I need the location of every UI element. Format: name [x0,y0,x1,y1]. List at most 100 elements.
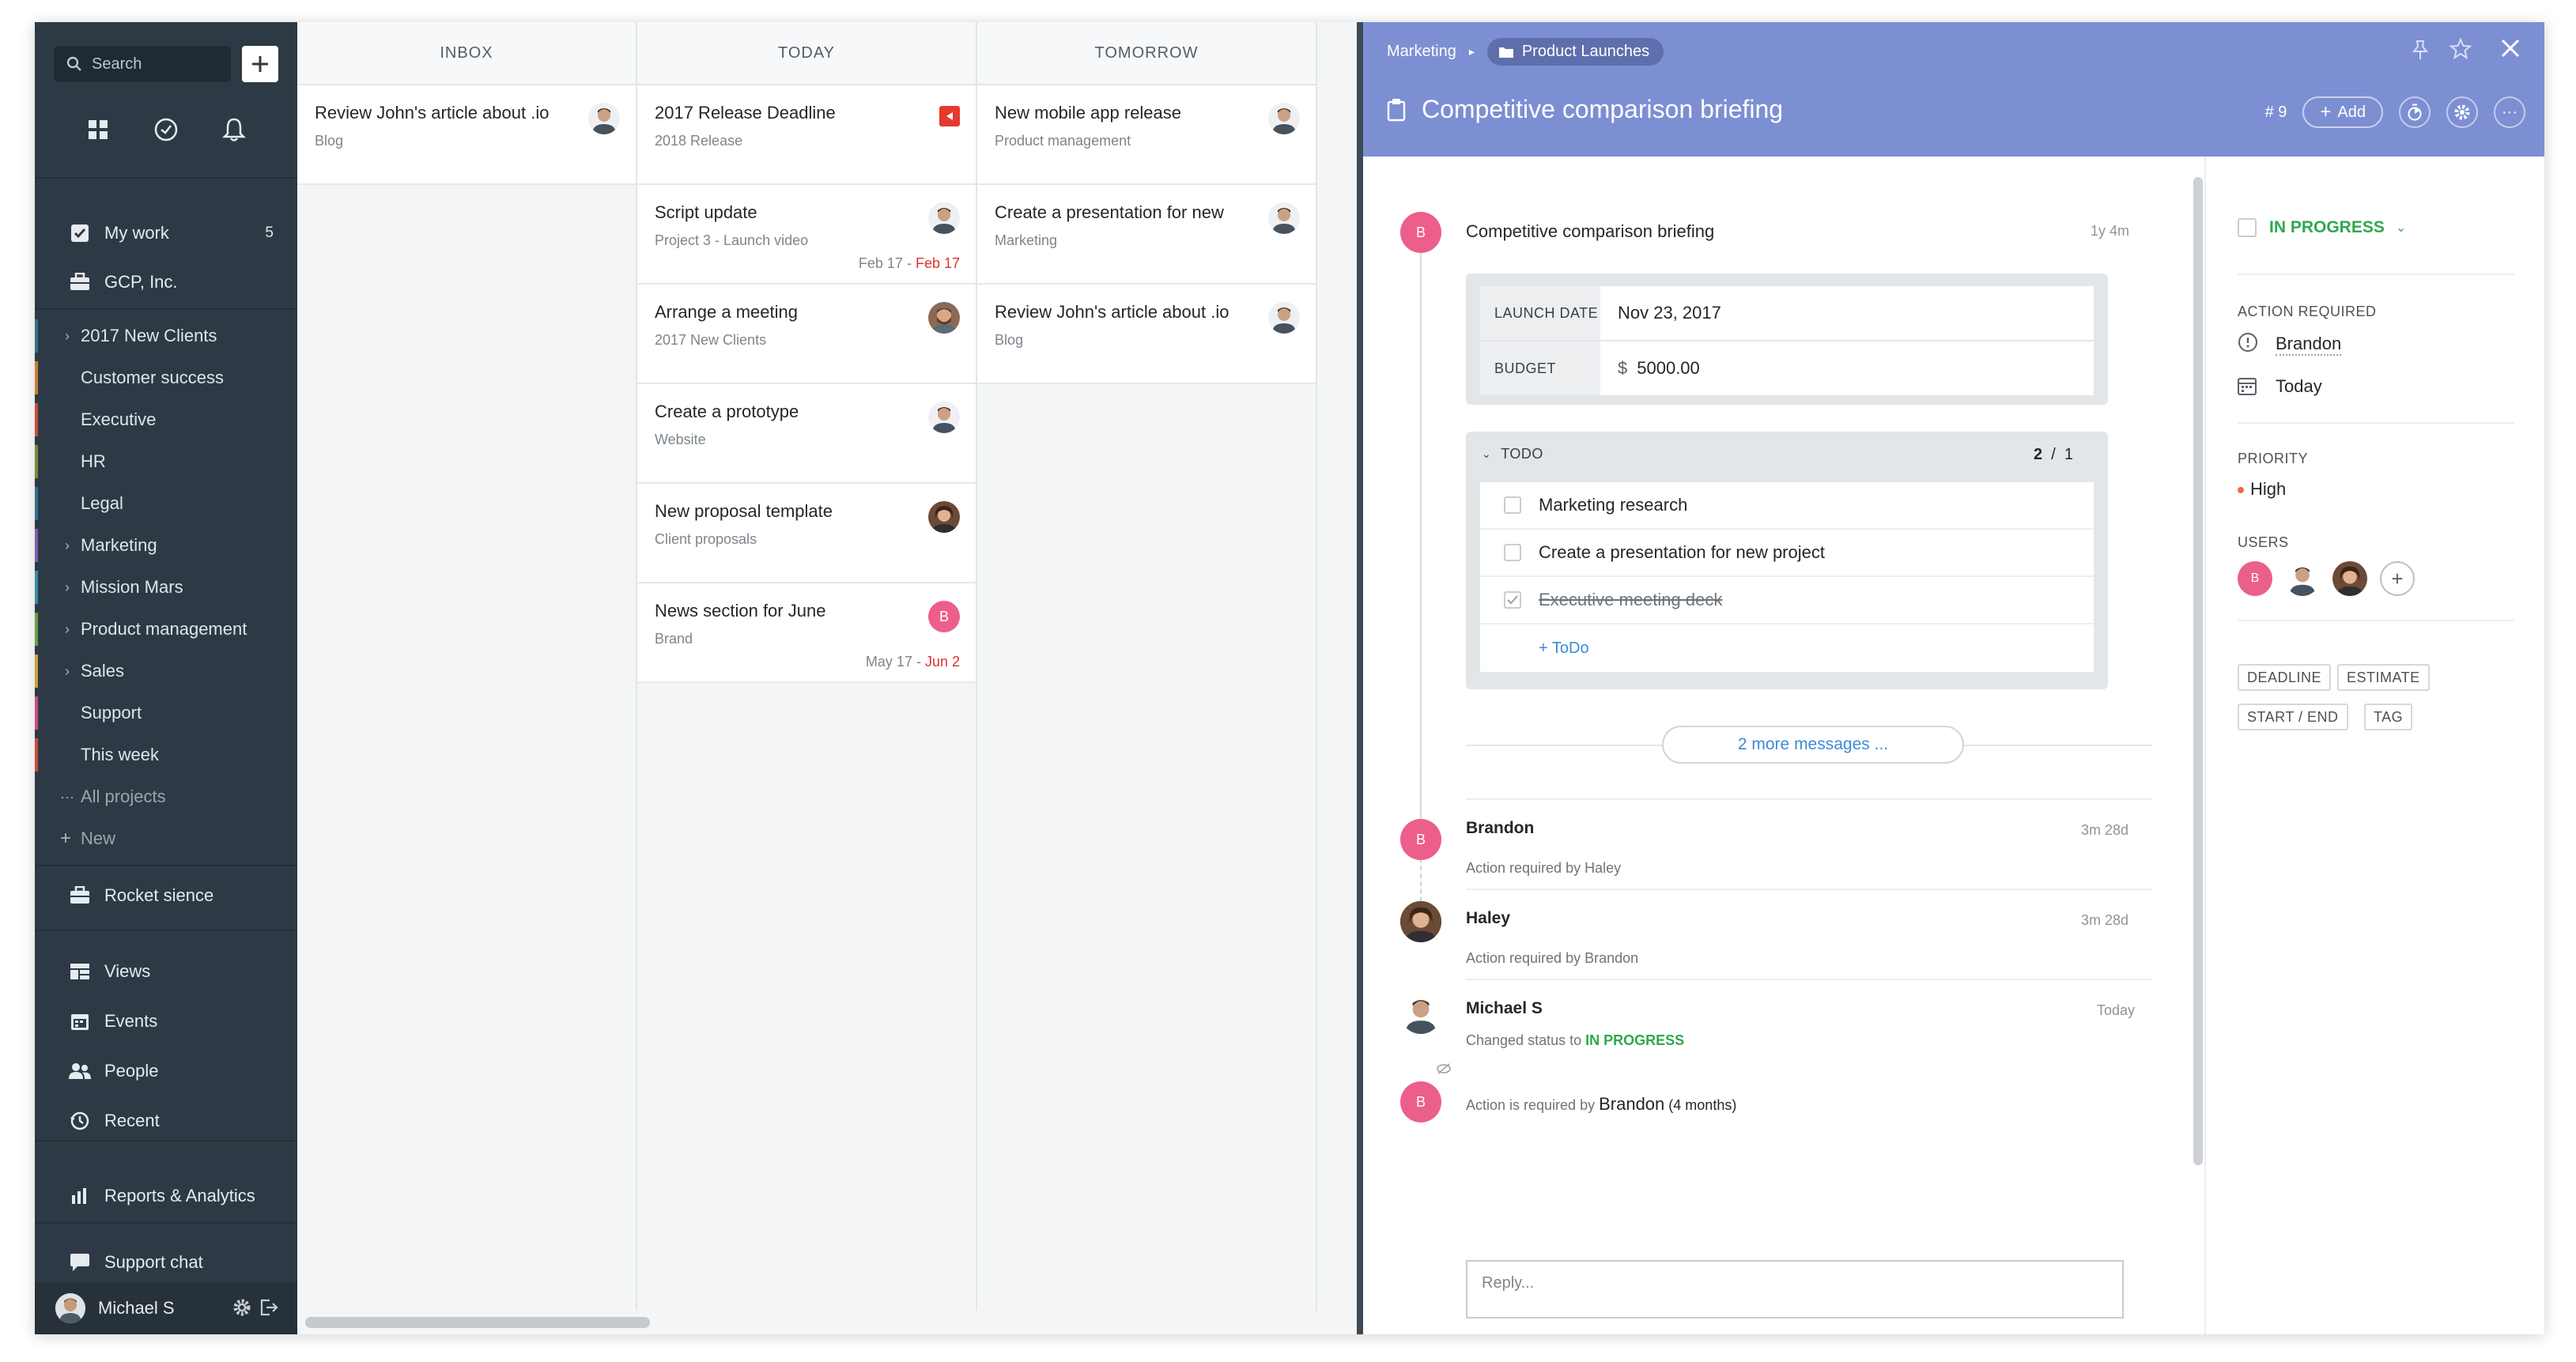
checkbox-icon [68,221,92,245]
timer-icon[interactable] [2399,96,2431,128]
status-selector[interactable]: IN PROGRESS ⌄ [2238,218,2406,237]
chevron-right-icon[interactable]: › [65,663,70,680]
assignee-name[interactable]: Brandon [1599,1094,1664,1114]
message-author: Brandon [1466,819,1535,837]
task-card[interactable]: Script update Project 3 - Launch video F… [637,185,976,285]
status-checkbox[interactable] [2238,218,2257,237]
sidebar-project-sales[interactable]: › Sales [35,651,297,691]
user-avatar[interactable]: B [2238,561,2272,596]
todo-checkbox-checked[interactable] [1504,591,1521,609]
add-button[interactable]: + Add [2302,96,2383,128]
sidebar-project-marketing[interactable]: › Marketing [35,526,297,565]
pin-icon[interactable] [2412,40,2429,64]
gear-icon[interactable] [2446,96,2478,128]
task-card[interactable]: Create a prototype Website [637,384,976,484]
sidebar-new-project[interactable]: + New [35,819,297,858]
todo-checkbox[interactable] [1504,544,1521,561]
sidebar-item-reports[interactable]: Reports & Analytics [35,1176,297,1216]
task-card[interactable]: 2017 Release Deadline 2018 Release [637,85,976,185]
sidebar-item-people[interactable]: People [35,1051,297,1091]
task-card[interactable]: New mobile app release Product managemen… [977,85,1316,185]
priority-value[interactable]: High [2250,479,2286,500]
task-card[interactable]: Arrange a meeting 2017 New Clients [637,285,976,384]
sidebar-item-workspace[interactable]: GCP, Inc. [35,262,297,302]
star-icon[interactable] [2449,37,2472,64]
field-budget[interactable]: BUDGET $5000.00 [1480,341,2094,395]
estimate-button[interactable]: ESTIMATE [2337,664,2430,691]
reply-input[interactable]: Reply... [1466,1260,2124,1319]
scrollbar-thumb[interactable] [2193,177,2203,1165]
bell-icon[interactable] [218,114,250,145]
column-header: INBOX [297,22,636,85]
field-value[interactable]: Nov 23, 2017 [1618,286,1721,340]
todo-item[interactable]: Marketing research [1480,482,2094,530]
task-title: News section for June [655,601,826,621]
user-avatar[interactable] [2285,561,2320,596]
sidebar-project-executive[interactable]: Executive [35,400,297,440]
breadcrumb-parent[interactable]: Marketing [1387,43,1456,61]
horizontal-scrollbar[interactable] [297,1311,1357,1334]
add-user-button[interactable]: + [2380,561,2415,596]
sidebar-project-2017-new-clients[interactable]: › 2017 New Clients [35,316,297,356]
user-avatar[interactable] [2332,561,2367,596]
sidebar-item-rocket-sience[interactable]: Rocket sience [35,876,297,915]
chevron-right-icon[interactable]: › [65,328,70,345]
todo-item[interactable]: Create a presentation for new project [1480,530,2094,577]
sidebar-project-this-week[interactable]: This week [35,735,297,775]
sidebar-project-product-management[interactable]: › Product management [35,609,297,649]
add-label: Add [2337,103,2366,121]
sidebar-project-legal[interactable]: Legal [35,484,297,523]
sidebar-item-views[interactable]: Views [35,952,297,991]
field-value[interactable]: $5000.00 [1618,341,1700,395]
all-projects-label: All projects [81,787,166,806]
todo-header[interactable]: ⌄ TODO [1482,446,1543,462]
start-end-button[interactable]: START / END [2238,704,2348,730]
project-label: Product management [81,619,247,639]
assignee-avatar [928,402,960,433]
task-card[interactable]: Create a presentation for new Marketing [977,185,1316,285]
add-todo-row[interactable]: + ToDo [1480,624,2094,672]
sidebar-project-customer-success[interactable]: Customer success [35,358,297,398]
sidebar-item-label: My work [104,223,169,243]
add-todo-link[interactable]: + ToDo [1539,639,1589,658]
task-card[interactable]: News section for June Brand B May 17 - J… [637,583,976,683]
briefcase-icon [68,270,92,294]
tag-button[interactable]: TAG [2364,704,2413,730]
sidebar-project-mission-mars[interactable]: › Mission Mars [35,568,297,607]
sidebar-item-events[interactable]: Events [35,1002,297,1041]
current-user[interactable]: Michael S [35,1282,297,1334]
action-assignee[interactable]: Brandon [2276,334,2342,356]
dashboard-icon[interactable] [82,114,114,145]
chevron-right-icon[interactable]: › [65,538,70,554]
sidebar-item-support-chat[interactable]: Support chat [35,1243,297,1282]
todo-item[interactable]: Executive meeting deck [1480,577,2094,624]
field-launch-date[interactable]: LAUNCH DATE Nov 23, 2017 [1480,286,2094,340]
gear-icon[interactable] [232,1298,251,1321]
todo-checkbox[interactable] [1504,496,1521,514]
task-title[interactable]: Competitive comparison briefing [1422,95,1783,124]
more-messages-button[interactable]: 2 more messages ... [1662,726,1964,764]
sidebar-project-support[interactable]: Support [35,693,297,733]
breadcrumb-folder[interactable]: Product Launches [1486,38,1664,66]
close-icon[interactable] [2500,38,2521,62]
more-options-icon[interactable]: ··· [2494,96,2525,128]
vertical-scrollbar[interactable] [2193,164,2204,1192]
task-board: INBOX Review John's article about .io Bl… [297,22,1357,1334]
timer-icon[interactable] [150,114,182,145]
chevron-right-icon[interactable]: › [65,621,70,638]
sidebar-item-recent[interactable]: Recent [35,1101,297,1141]
task-card[interactable]: New proposal template Client proposals [637,484,976,583]
scrollbar-thumb[interactable] [305,1317,650,1328]
sidebar-project-hr[interactable]: HR [35,442,297,481]
search-input[interactable]: Search [54,46,231,82]
task-card[interactable]: Review John's article about .io Blog [977,285,1316,384]
add-button[interactable] [242,46,278,82]
sidebar-all-projects[interactable]: ··· All projects [35,777,297,817]
deadline-button[interactable]: DEADLINE [2238,664,2332,691]
task-card[interactable]: Review John's article about .io Blog [297,85,636,185]
due-date[interactable]: Today [2276,376,2322,397]
logout-icon[interactable] [259,1298,278,1321]
sidebar-item-my-work[interactable]: My work 5 [35,213,297,253]
chevron-right-icon[interactable]: › [65,579,70,596]
people-icon [68,1059,92,1083]
